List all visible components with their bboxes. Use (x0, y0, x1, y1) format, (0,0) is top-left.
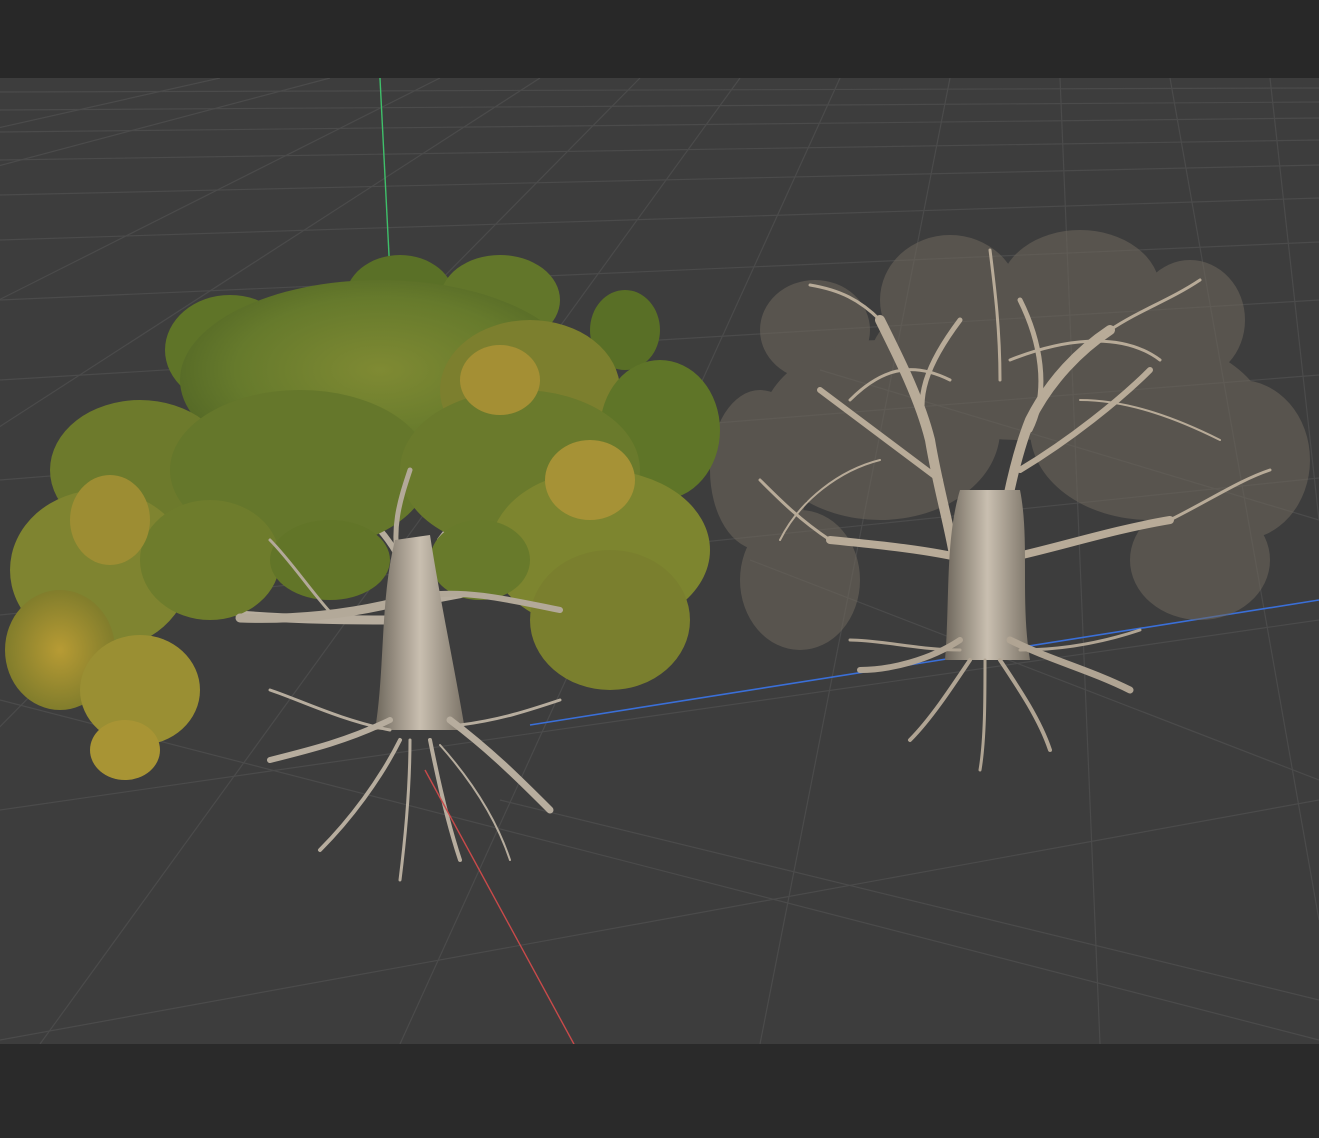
leafy-tree-model[interactable] (5, 255, 720, 882)
viewport-canvas[interactable] (0, 78, 1319, 1044)
x-axis-line (424, 769, 575, 1044)
3d-viewport[interactable] (0, 78, 1319, 1044)
bare-tree-model[interactable] (710, 230, 1310, 772)
header-bar (0, 0, 1319, 78)
footer-bar (0, 1044, 1319, 1138)
app-window (0, 0, 1319, 1138)
leafy-tree-foliage (5, 255, 720, 780)
bare-tree-trunk (945, 490, 1030, 660)
